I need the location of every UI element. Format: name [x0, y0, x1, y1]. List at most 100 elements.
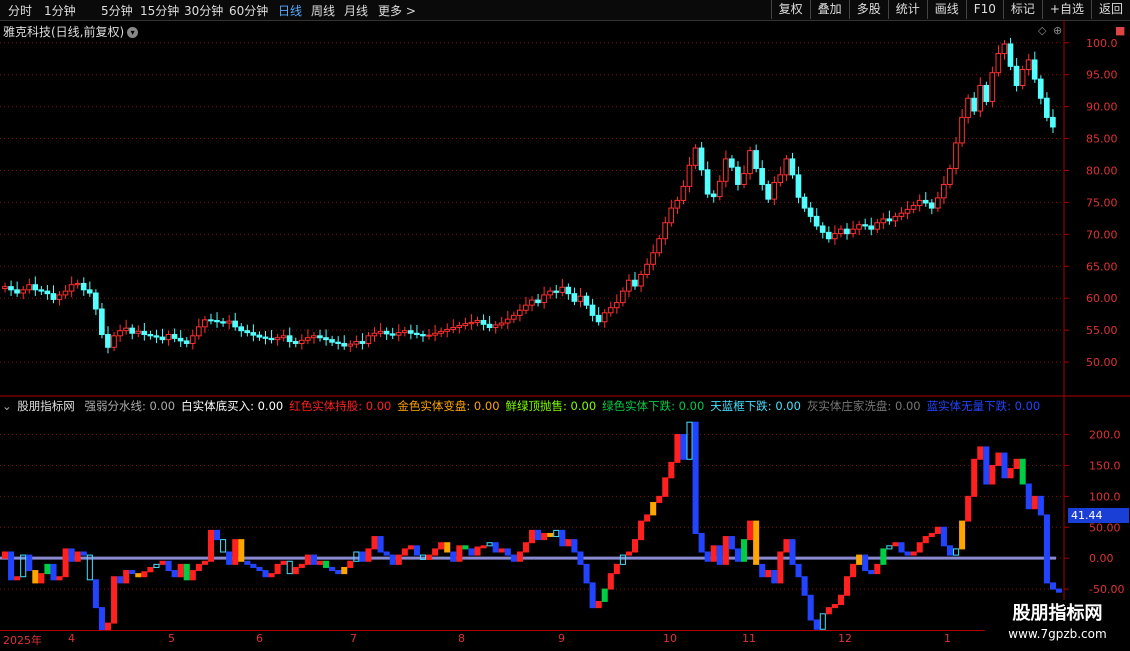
- period-tab-daily[interactable]: 日线: [278, 2, 302, 19]
- candle-body: [250, 332, 257, 336]
- indicator-bar: [856, 554, 863, 565]
- indicator-name[interactable]: 股朋指标网: [17, 399, 75, 413]
- indicator-bar: [662, 477, 669, 497]
- candle-body: [341, 342, 347, 347]
- indicator-bar: [516, 551, 523, 562]
- chart-canvas[interactable]: 100.0 95.00 90.00 85.00 80.00 75.00 70.00 65.00…: [0, 20, 1130, 630]
- indicator-bar: [32, 570, 39, 584]
- candle-body: [304, 337, 311, 341]
- indicator-bar: [444, 542, 451, 553]
- indicator-bar: [456, 545, 463, 562]
- candle-body: [317, 335, 323, 339]
- mark-button[interactable]: 标记: [1002, 0, 1042, 19]
- price-tick-label: 80.00: [1086, 164, 1118, 177]
- indicator-bar: [153, 563, 160, 568]
- candle-body: [904, 208, 911, 214]
- indicator-bar: [535, 529, 542, 541]
- indicator-bar: [256, 566, 263, 572]
- indicator-bar: [304, 554, 311, 565]
- indicator-bar: [450, 551, 457, 562]
- diamond-icon[interactable]: ◇: [1038, 24, 1046, 37]
- candle-body: [947, 167, 953, 185]
- candle-body: [105, 334, 111, 348]
- candle-body: [795, 174, 802, 198]
- candle-body: [232, 320, 238, 328]
- indicator-bar: [843, 576, 851, 596]
- indicator-bar: [341, 566, 348, 575]
- period-tab-5min[interactable]: 5分钟: [101, 2, 133, 19]
- candle-body: [329, 339, 335, 343]
- candle-body: [280, 335, 287, 339]
- draw-line-button[interactable]: 画线: [926, 0, 966, 19]
- candle-body: [644, 263, 650, 275]
- indicator-bar: [395, 554, 402, 565]
- period-tab-fenshi[interactable]: 分时: [8, 2, 32, 19]
- indicator-menu-icon[interactable]: ⌄: [2, 399, 12, 413]
- indicator-bar: [286, 560, 293, 575]
- candle-body: [214, 319, 220, 323]
- candle-body: [165, 334, 172, 341]
- candle-body: [529, 299, 535, 306]
- candle-body: [632, 279, 638, 287]
- indicator-bar: [819, 613, 826, 630]
- indicator-bar: [383, 551, 390, 556]
- period-tab-more[interactable]: 更多 >: [378, 2, 416, 19]
- indicator-bar: [928, 532, 935, 538]
- candle-body: [553, 290, 559, 293]
- indicator-bar: [165, 560, 172, 572]
- indicator-bar: [795, 563, 802, 578]
- indicator-bar: [977, 446, 984, 460]
- period-tab-monthly[interactable]: 月线: [344, 2, 368, 19]
- candle-body: [274, 337, 281, 341]
- indicator-bar: [62, 548, 69, 578]
- candle-body: [728, 158, 735, 168]
- candle-body: [426, 334, 432, 337]
- back-button[interactable]: 返回: [1090, 0, 1130, 19]
- candle-body: [650, 252, 656, 265]
- price-tick-label: 65.00: [1086, 260, 1118, 273]
- candle-body: [995, 53, 1002, 74]
- candle-body: [50, 293, 57, 300]
- restore-rights-button[interactable]: 复权: [770, 0, 810, 19]
- period-tab-1min[interactable]: 1分钟: [44, 2, 76, 19]
- period-tab-15min[interactable]: 15分钟: [140, 2, 179, 19]
- indicator-bar: [547, 532, 554, 538]
- indicator-bar: [280, 560, 287, 565]
- candle-body: [311, 335, 317, 339]
- price-tick-label: 55.00: [1086, 324, 1118, 337]
- period-tab-60min[interactable]: 60分钟: [229, 2, 268, 19]
- period-tab-weekly[interactable]: 周线: [311, 2, 335, 19]
- indicator-bar: [577, 551, 584, 565]
- add-circle-icon[interactable]: ⊕: [1053, 24, 1062, 37]
- overlay-button[interactable]: 叠加: [809, 0, 849, 19]
- candle-body: [1037, 78, 1044, 99]
- candle-body: [371, 332, 378, 337]
- candle-body: [916, 199, 923, 207]
- candle-body: [577, 295, 584, 302]
- chevron-down-icon[interactable]: ▾: [127, 27, 139, 38]
- indicator-bar: [498, 548, 505, 553]
- candle-body: [99, 308, 105, 336]
- candle-body: [20, 289, 26, 294]
- candle-body: [813, 215, 820, 227]
- time-label: 2025年: [3, 634, 42, 647]
- candle-body: [32, 284, 39, 291]
- price-tick-label: 60.00: [1086, 292, 1118, 305]
- candle-body: [892, 215, 899, 222]
- candle-body: [80, 282, 87, 291]
- candle-body: [444, 328, 450, 332]
- indicator-bar: [98, 607, 105, 630]
- add-watchlist-button[interactable]: +自选: [1041, 0, 1091, 19]
- indicator-bar: [244, 560, 251, 565]
- f10-button[interactable]: F10: [965, 0, 1003, 19]
- statistics-button[interactable]: 统计: [887, 0, 927, 19]
- candle-body: [656, 238, 662, 254]
- time-label: 6: [256, 632, 263, 645]
- candle-body: [347, 343, 354, 347]
- period-tab-30min[interactable]: 30分钟: [184, 2, 223, 19]
- indicator-bar: [741, 539, 748, 562]
- candle-body: [607, 307, 614, 314]
- indicator-bar: [607, 573, 614, 590]
- indicator-bar: [953, 548, 960, 556]
- multi-stock-button[interactable]: 多股: [848, 0, 888, 19]
